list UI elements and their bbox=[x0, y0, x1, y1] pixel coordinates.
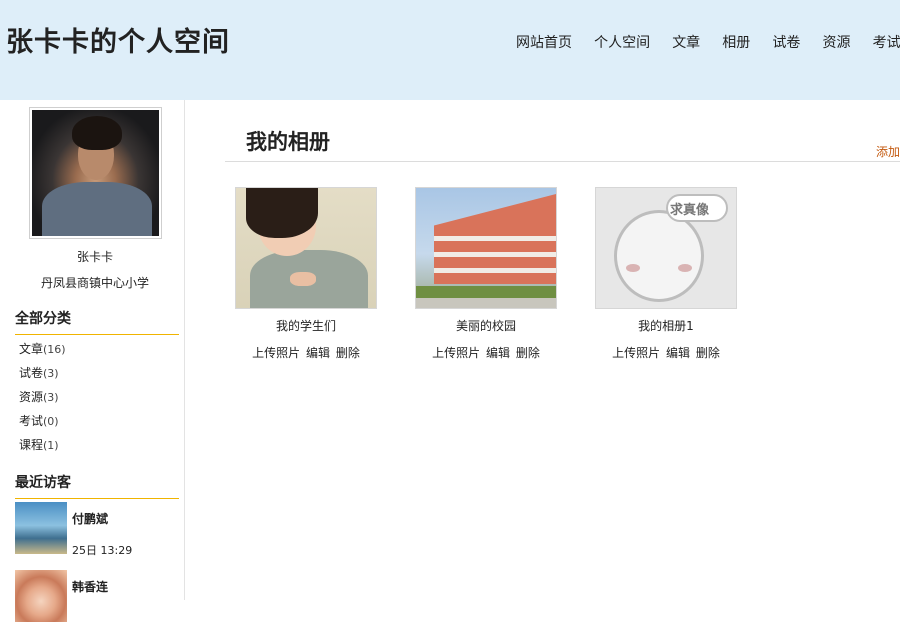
visitor-item[interactable]: 韩香连 bbox=[15, 570, 185, 630]
nav-papers[interactable]: 试卷 bbox=[772, 32, 800, 52]
album-name[interactable]: 我的学生们 bbox=[235, 317, 377, 334]
delete-album-link[interactable]: 删除 bbox=[696, 346, 720, 360]
nav-albums[interactable]: 相册 bbox=[722, 32, 750, 52]
album-name[interactable]: 美丽的校园 bbox=[415, 317, 557, 334]
upload-photo-link[interactable]: 上传照片 bbox=[432, 346, 480, 360]
nav-home[interactable]: 网站首页 bbox=[516, 32, 572, 52]
album-cover[interactable]: 求真像 bbox=[595, 187, 737, 309]
visitor-avatar bbox=[15, 570, 67, 622]
visitor-item[interactable]: 付鹏斌 25日 13:29 bbox=[15, 502, 185, 562]
page-title: 我的相册 bbox=[246, 129, 330, 154]
category-item-papers[interactable]: 试卷(3) bbox=[19, 364, 66, 388]
upload-photo-link[interactable]: 上传照片 bbox=[612, 346, 660, 360]
edit-album-link[interactable]: 编辑 bbox=[306, 346, 330, 360]
album-actions: 上传照片 编辑 删除 bbox=[415, 344, 557, 361]
site-title: 张卡卡的个人空间 bbox=[6, 27, 230, 58]
cover-caption: 求真像 bbox=[670, 203, 710, 218]
visitors-title: 最近访客 bbox=[15, 472, 179, 499]
category-item-articles[interactable]: 文章(16) bbox=[19, 340, 66, 364]
visitor-avatar bbox=[15, 502, 67, 554]
upload-photo-link[interactable]: 上传照片 bbox=[252, 346, 300, 360]
album-name[interactable]: 我的相册1 bbox=[595, 317, 737, 334]
album-card: 我的学生们 上传照片 编辑 删除 bbox=[235, 187, 377, 360]
delete-album-link[interactable]: 删除 bbox=[336, 346, 360, 360]
album-cover[interactable] bbox=[235, 187, 377, 309]
user-school: 丹凤县商镇中心小学 bbox=[40, 276, 149, 290]
nav-articles[interactable]: 文章 bbox=[672, 32, 700, 52]
add-album-link[interactable]: 添加 bbox=[876, 143, 900, 160]
visitor-name[interactable]: 韩香连 bbox=[72, 578, 108, 595]
visitor-name[interactable]: 付鹏斌 bbox=[72, 510, 108, 527]
album-cover[interactable] bbox=[415, 187, 557, 309]
edit-album-link[interactable]: 编辑 bbox=[666, 346, 690, 360]
nav-exams[interactable]: 考试 bbox=[873, 32, 900, 52]
avatar[interactable] bbox=[29, 107, 162, 239]
category-item-courses[interactable]: 课程(1) bbox=[19, 436, 66, 460]
category-list: 文章(16) 试卷(3) 资源(3) 考试(0) 课程(1) bbox=[19, 340, 66, 460]
sidebar: 张卡卡 丹凤县商镇中心小学 全部分类 文章(16) 试卷(3) 资源(3) 考试… bbox=[5, 100, 185, 622]
main-nav: 网站首页 个人空间 文章 相册 试卷 资源 考试 bbox=[516, 32, 900, 52]
visitor-time: 25日 13:29 bbox=[72, 544, 133, 557]
user-name[interactable]: 张卡卡 bbox=[5, 248, 185, 265]
title-divider bbox=[225, 161, 900, 162]
header: 张卡卡的个人空间 网站首页 个人空间 文章 相册 试卷 资源 考试 bbox=[0, 0, 900, 100]
album-actions: 上传照片 编辑 删除 bbox=[595, 344, 737, 361]
delete-album-link[interactable]: 删除 bbox=[516, 346, 540, 360]
avatar-image bbox=[32, 110, 159, 236]
category-item-exams[interactable]: 考试(0) bbox=[19, 412, 66, 436]
edit-album-link[interactable]: 编辑 bbox=[486, 346, 510, 360]
nav-resources[interactable]: 资源 bbox=[822, 32, 850, 52]
album-card: 求真像 我的相册1 上传照片 编辑 删除 bbox=[595, 187, 737, 360]
categories-title: 全部分类 bbox=[15, 308, 179, 335]
album-card: 美丽的校园 上传照片 编辑 删除 bbox=[415, 187, 557, 360]
album-actions: 上传照片 编辑 删除 bbox=[235, 344, 377, 361]
nav-personal-space[interactable]: 个人空间 bbox=[594, 32, 650, 52]
category-item-resources[interactable]: 资源(3) bbox=[19, 388, 66, 412]
